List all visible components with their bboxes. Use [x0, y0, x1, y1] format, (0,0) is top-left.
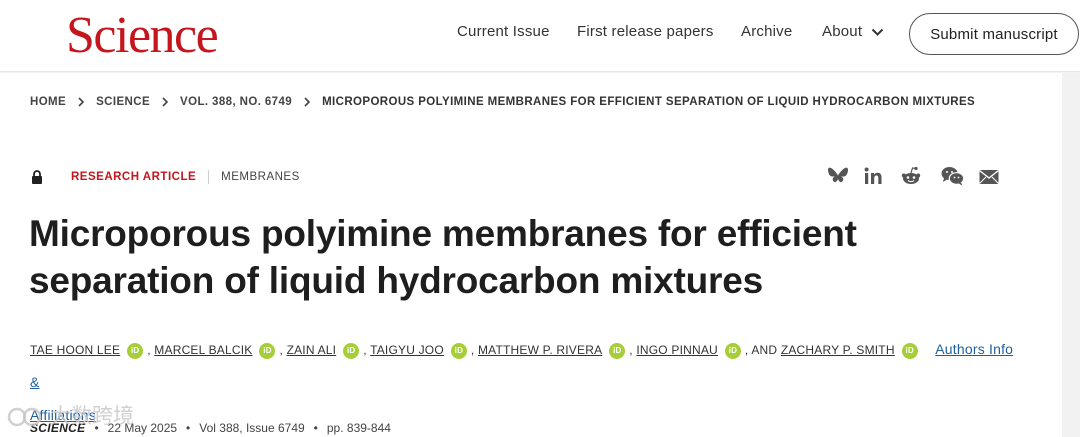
chevron-right-icon: [162, 97, 169, 107]
title-line-2: separation of liquid hydrocarbon mixture…: [29, 260, 763, 301]
orcid-icon[interactable]: iD: [450, 342, 467, 359]
bluesky-icon[interactable]: [827, 165, 849, 187]
nav-current-issue[interactable]: Current Issue: [457, 23, 550, 40]
breadcrumb: HOME SCIENCE VOL. 388, NO. 6749 MICROPOR…: [30, 96, 975, 108]
email-icon[interactable]: [978, 166, 1000, 188]
article-subject[interactable]: MEMBRANES: [221, 171, 300, 183]
scrollbar-track[interactable]: [1062, 73, 1080, 437]
site-header: Science Current Issue First release pape…: [0, 0, 1080, 72]
lock-icon: [32, 170, 42, 184]
author-list: TAE HOON LEE iD, MARCEL BALCIK iD, ZAIN AL…: [30, 341, 1014, 423]
divider: [208, 170, 210, 184]
breadcrumb-science[interactable]: SCIENCE: [96, 96, 150, 108]
science-logo[interactable]: Science: [66, 6, 219, 66]
submit-manuscript-button[interactable]: Submit manuscript: [909, 13, 1079, 55]
nav-first-release-papers[interactable]: First release papers: [577, 23, 714, 40]
author-name[interactable]: INGO PINNAU: [636, 343, 718, 357]
linkedin-icon[interactable]: [862, 165, 884, 187]
title-line-1: Microporous polyimine membranes for effi…: [29, 213, 857, 254]
author-name[interactable]: TAE HOON LEE: [30, 343, 120, 357]
author-name[interactable]: ZACHARY P. SMITH: [781, 343, 895, 357]
wechat-icon[interactable]: [940, 165, 965, 187]
nav-about[interactable]: About: [822, 23, 884, 40]
orcid-icon[interactable]: iD: [901, 342, 918, 359]
chevron-right-icon: [304, 97, 311, 107]
and-separator: , AND: [744, 343, 778, 357]
watermark-text: 大数跨境: [50, 404, 134, 428]
breadcrumb-current-article: MICROPOROUS POLYIMINE MEMBRANES FOR EFFI…: [322, 96, 976, 108]
author-name[interactable]: ZAIN ALI: [287, 343, 337, 357]
article-title: Microporous polyimine membranes for effi…: [29, 210, 909, 304]
article-content: HOME SCIENCE VOL. 388, NO. 6749 MICROPOR…: [0, 73, 1062, 437]
breadcrumb-volume[interactable]: VOL. 388, NO. 6749: [180, 96, 292, 108]
nav-archive[interactable]: Archive: [741, 23, 792, 40]
volume-issue[interactable]: Vol 388, Issue 6749: [199, 421, 304, 435]
orcid-icon[interactable]: iD: [343, 342, 360, 359]
orcid-icon[interactable]: iD: [259, 342, 276, 359]
chevron-down-icon: [871, 28, 883, 36]
article-type[interactable]: RESEARCH ARTICLE: [71, 171, 196, 183]
orcid-icon[interactable]: iD: [127, 342, 144, 359]
chevron-right-icon: [78, 97, 85, 107]
author-name[interactable]: TAIGYU JOO: [370, 343, 444, 357]
reddit-icon[interactable]: [900, 165, 922, 187]
author-name[interactable]: MARCEL BALCIK: [154, 343, 252, 357]
article-meta: RESEARCH ARTICLE MEMBRANES: [31, 169, 300, 185]
orcid-icon[interactable]: iD: [724, 342, 741, 359]
breadcrumb-home[interactable]: HOME: [30, 96, 66, 108]
watermark: 大数跨境: [6, 400, 146, 430]
watermark-logo-icon: [7, 407, 42, 427]
page-range: pp. 839-844: [326, 421, 391, 435]
orcid-icon[interactable]: iD: [609, 342, 626, 359]
nav-about-label: About: [822, 23, 863, 40]
author-name[interactable]: MATTHEW P. RIVERA: [478, 343, 602, 357]
